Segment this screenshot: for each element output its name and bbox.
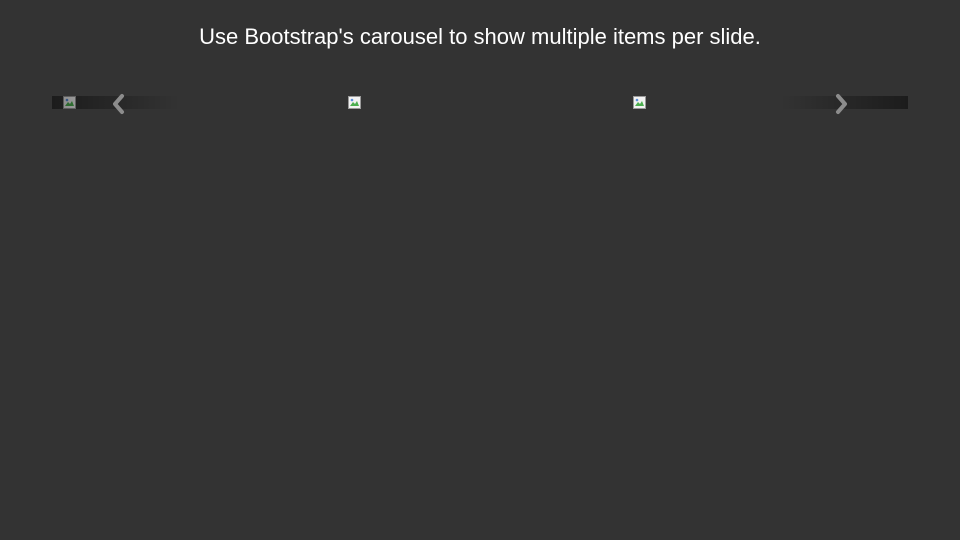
chevron-right-icon [836,94,847,114]
page: Use Bootstrap's carousel to show multipl… [0,0,960,540]
broken-image-icon [348,96,361,109]
broken-image-icon [633,96,646,109]
carousel-item[interactable] [337,96,622,109]
carousel-next-button[interactable] [780,94,908,114]
carousel-prev-button[interactable] [52,94,180,114]
page-title: Use Bootstrap's carousel to show multipl… [199,24,761,49]
chevron-left-icon [113,94,124,114]
carousel [52,94,908,114]
